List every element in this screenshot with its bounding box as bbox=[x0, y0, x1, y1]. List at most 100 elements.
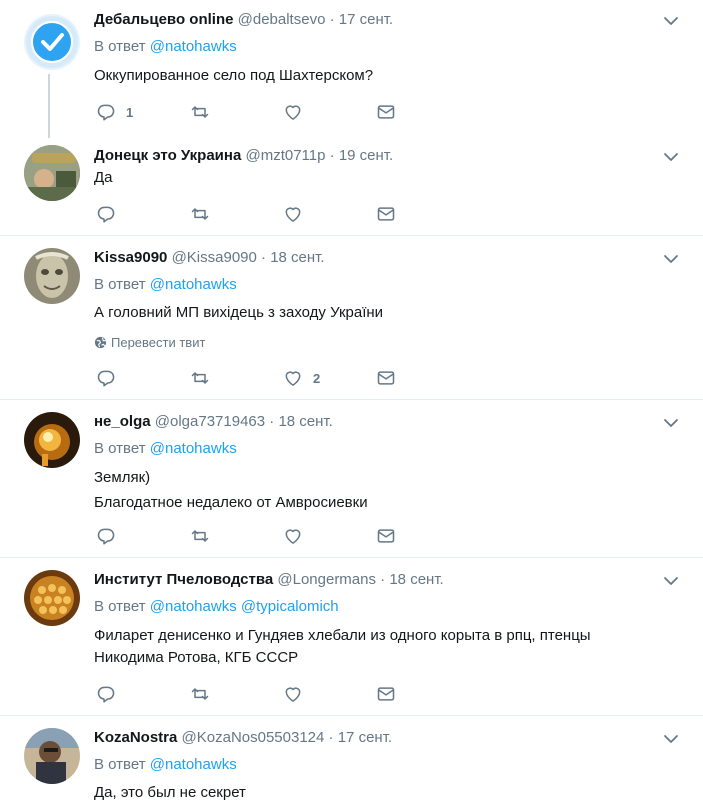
reply-icon bbox=[97, 104, 115, 121]
tweet[interactable]: Институт Пчеловодства @Longermans · 18 с… bbox=[0, 558, 703, 715]
author-handle[interactable]: @debaltsevo bbox=[238, 11, 326, 28]
reply-to: В ответ @natohawks bbox=[94, 38, 237, 55]
author-handle[interactable]: @Longermans bbox=[277, 571, 376, 588]
heart-icon bbox=[285, 105, 301, 120]
retweet-button[interactable] bbox=[190, 367, 210, 389]
tweet[interactable]: Донецк это Украина @mzt0711p · 19 сент. … bbox=[0, 135, 703, 235]
timestamp[interactable]: 18 сент. bbox=[389, 571, 443, 588]
retweet-button[interactable] bbox=[190, 525, 210, 547]
timestamp[interactable]: 18 сент. bbox=[278, 413, 332, 430]
photo-avatar-icon bbox=[24, 145, 80, 201]
tweet-header: Дебальцево online @debaltsevo · 17 сент. bbox=[94, 11, 394, 28]
photo-avatar-icon bbox=[24, 570, 80, 626]
chevron-down-icon[interactable] bbox=[662, 12, 680, 30]
photo-avatar-icon bbox=[24, 412, 80, 468]
thread-line bbox=[48, 74, 50, 138]
translate-tweet-link[interactable]: Перевести твит bbox=[94, 335, 205, 353]
author-handle[interactable]: @KozaNos05503124 bbox=[182, 729, 325, 746]
tweet-text: Земляк) Благодатное недалеко от Амвросие… bbox=[94, 469, 368, 511]
reply-icon bbox=[97, 686, 115, 703]
tweet-header: Донецк это Украина @mzt0711p · 19 сент. bbox=[94, 147, 394, 164]
envelope-icon bbox=[377, 687, 395, 701]
heart-icon bbox=[285, 371, 301, 386]
tweet[interactable]: KozaNostra @KozaNos05503124 · 17 сент. В… bbox=[0, 716, 703, 809]
tweet-text: Филарет денисенко и Гундяев хлебали из о… bbox=[94, 627, 591, 666]
author-name[interactable]: не_olga bbox=[94, 413, 151, 430]
reply-icon bbox=[97, 528, 115, 545]
tweet-text: Да bbox=[94, 169, 113, 186]
author-name[interactable]: Донецк это Украина bbox=[94, 147, 241, 164]
chevron-down-icon[interactable] bbox=[662, 250, 680, 268]
globe-icon bbox=[94, 336, 107, 353]
mention-link[interactable]: @typicalomich bbox=[241, 598, 339, 615]
chevron-down-icon[interactable] bbox=[662, 730, 680, 748]
mention-link[interactable]: @natohawks bbox=[150, 38, 237, 55]
author-name[interactable]: Институт Пчеловодства bbox=[94, 571, 273, 588]
tweet[interactable]: Kissa9090 @Kissa9090 · 18 сент. В ответ … bbox=[0, 236, 703, 399]
retweet-button[interactable] bbox=[190, 683, 210, 705]
tweet-header: Kissa9090 @Kissa9090 · 18 сент. bbox=[94, 249, 325, 266]
author-name[interactable]: Kissa9090 bbox=[94, 249, 167, 266]
tweet-actions: 2 bbox=[94, 367, 414, 389]
reply-button[interactable] bbox=[96, 203, 126, 225]
reply-count: 1 bbox=[126, 104, 134, 120]
reply-button[interactable] bbox=[96, 525, 126, 547]
chevron-down-icon[interactable] bbox=[662, 572, 680, 590]
avatar[interactable] bbox=[24, 14, 80, 70]
photo-avatar-icon bbox=[24, 248, 80, 304]
retweet-icon bbox=[191, 372, 209, 384]
tweet-actions: 1 bbox=[94, 101, 414, 123]
timestamp[interactable]: 17 сент. bbox=[338, 729, 392, 746]
author-handle[interactable]: @Kissa9090 bbox=[172, 249, 257, 266]
tweet-header: Институт Пчеловодства @Longermans · 18 с… bbox=[94, 571, 444, 588]
avatar[interactable] bbox=[24, 728, 80, 784]
envelope-icon bbox=[377, 371, 395, 385]
author-handle[interactable]: @olga73719463 bbox=[155, 413, 265, 430]
like-button[interactable] bbox=[283, 101, 313, 123]
message-button[interactable] bbox=[376, 367, 396, 389]
reply-button[interactable]: 1 bbox=[96, 101, 133, 123]
tweet[interactable]: Дебальцево online @debaltsevo · 17 сент.… bbox=[0, 0, 703, 138]
reply-button[interactable] bbox=[96, 683, 126, 705]
retweet-icon bbox=[191, 106, 209, 118]
chevron-down-icon[interactable] bbox=[662, 414, 680, 432]
message-button[interactable] bbox=[376, 683, 396, 705]
like-button[interactable] bbox=[283, 525, 313, 547]
message-button[interactable] bbox=[376, 101, 396, 123]
timestamp[interactable]: 18 сент. bbox=[270, 249, 324, 266]
reply-to: В ответ @natohawks bbox=[94, 440, 237, 457]
avatar[interactable] bbox=[24, 248, 80, 304]
retweet-button[interactable] bbox=[190, 101, 210, 123]
like-button[interactable]: 2 bbox=[283, 367, 320, 389]
author-name[interactable]: Дебальцево online bbox=[94, 11, 233, 28]
mention-link[interactable]: @natohawks bbox=[150, 756, 237, 773]
author-handle[interactable]: @mzt0711p bbox=[245, 147, 325, 164]
mention-link[interactable]: @natohawks bbox=[150, 276, 237, 293]
checkmark-badge-icon bbox=[26, 16, 78, 68]
like-button[interactable] bbox=[283, 683, 313, 705]
author-name[interactable]: KozaNostra bbox=[94, 729, 177, 746]
message-button[interactable] bbox=[376, 203, 396, 225]
like-count: 2 bbox=[313, 370, 321, 386]
tweet-actions bbox=[94, 525, 414, 547]
message-button[interactable] bbox=[376, 525, 396, 547]
timestamp[interactable]: 17 сент. bbox=[339, 11, 393, 28]
reply-to: В ответ @natohawks bbox=[94, 276, 237, 293]
chevron-down-icon[interactable] bbox=[662, 148, 680, 166]
mention-link[interactable]: @natohawks bbox=[150, 440, 237, 457]
avatar[interactable] bbox=[24, 145, 80, 201]
reply-icon bbox=[97, 370, 115, 387]
avatar[interactable] bbox=[24, 412, 80, 468]
envelope-icon bbox=[377, 105, 395, 119]
tweet[interactable]: не_olga @olga73719463 · 18 сент. В ответ… bbox=[0, 400, 703, 557]
retweet-button[interactable] bbox=[190, 203, 210, 225]
tweet-text: Да, это был не секрет bbox=[94, 784, 246, 801]
timestamp[interactable]: 19 сент. bbox=[339, 147, 393, 164]
heart-icon bbox=[285, 207, 301, 222]
retweet-icon bbox=[191, 688, 209, 700]
reply-button[interactable] bbox=[96, 367, 126, 389]
reply-to: В ответ @natohawks bbox=[94, 756, 237, 773]
like-button[interactable] bbox=[283, 203, 313, 225]
avatar[interactable] bbox=[24, 570, 80, 626]
mention-link[interactable]: @natohawks bbox=[150, 598, 237, 615]
